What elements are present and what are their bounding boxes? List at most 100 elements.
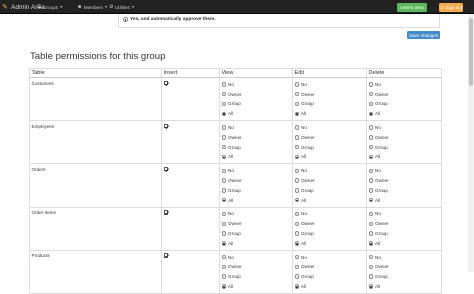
view-option[interactable]: Owner bbox=[221, 176, 291, 186]
edit-radio[interactable] bbox=[294, 125, 299, 130]
view-radio[interactable] bbox=[221, 254, 226, 260]
view-option[interactable]: All bbox=[221, 195, 291, 205]
delete-radio[interactable] bbox=[368, 188, 373, 193]
view-radio[interactable] bbox=[221, 91, 226, 97]
view-radio[interactable] bbox=[221, 274, 226, 279]
insert-checkbox[interactable] bbox=[163, 210, 168, 215]
view-option[interactable]: No bbox=[221, 166, 291, 176]
view-radio[interactable] bbox=[221, 221, 226, 226]
edit-option[interactable]: Owner bbox=[294, 89, 365, 99]
view-option[interactable]: Owner bbox=[221, 89, 291, 99]
view-radio[interactable] bbox=[221, 82, 226, 87]
view-option[interactable]: No bbox=[221, 123, 291, 133]
edit-radio[interactable] bbox=[294, 154, 299, 160]
edit-radio[interactable] bbox=[294, 284, 299, 289]
edit-radio[interactable] bbox=[294, 82, 299, 87]
delete-radio[interactable] bbox=[368, 168, 373, 174]
edit-radio[interactable] bbox=[294, 178, 299, 183]
view-option[interactable]: Owner bbox=[221, 262, 291, 272]
delete-radio[interactable] bbox=[368, 284, 373, 289]
delete-radio[interactable] bbox=[368, 101, 373, 107]
view-option[interactable]: No bbox=[221, 80, 291, 90]
delete-option[interactable]: Group bbox=[368, 229, 440, 239]
scrollbar-thumb[interactable] bbox=[469, 18, 473, 86]
view-radio[interactable] bbox=[221, 231, 226, 236]
view-radio[interactable] bbox=[221, 101, 226, 107]
edit-radio[interactable] bbox=[294, 274, 299, 279]
edit-radio[interactable] bbox=[294, 144, 299, 150]
edit-option[interactable]: All bbox=[294, 238, 365, 248]
delete-radio[interactable] bbox=[368, 154, 373, 160]
view-radio[interactable] bbox=[221, 241, 226, 246]
view-radio[interactable] bbox=[221, 125, 226, 130]
delete-option[interactable]: Group bbox=[368, 272, 440, 282]
insert-checkbox[interactable] bbox=[163, 253, 168, 258]
delete-radio[interactable] bbox=[368, 91, 373, 97]
edit-option[interactable]: All bbox=[294, 195, 365, 205]
edit-radio[interactable] bbox=[294, 101, 299, 107]
view-option[interactable]: No bbox=[221, 209, 291, 219]
edit-radio[interactable] bbox=[294, 197, 299, 203]
delete-option[interactable]: All bbox=[368, 109, 440, 119]
delete-option[interactable]: All bbox=[368, 238, 440, 248]
users-area-button[interactable]: User's area bbox=[397, 3, 427, 12]
view-option[interactable]: Owner bbox=[221, 219, 291, 229]
view-option[interactable]: Group bbox=[221, 272, 291, 282]
delete-option[interactable]: No bbox=[368, 166, 440, 176]
edit-radio[interactable] bbox=[294, 241, 299, 246]
edit-radio[interactable] bbox=[294, 231, 299, 236]
edit-option[interactable]: All bbox=[294, 152, 365, 162]
view-option[interactable]: No bbox=[221, 252, 291, 262]
view-option[interactable]: All bbox=[221, 109, 291, 119]
view-radio[interactable] bbox=[221, 211, 226, 217]
edit-radio[interactable] bbox=[294, 188, 299, 193]
delete-radio[interactable] bbox=[368, 211, 373, 217]
delete-option[interactable]: Group bbox=[368, 185, 440, 195]
view-radio[interactable] bbox=[221, 135, 226, 140]
insert-checkbox[interactable] bbox=[163, 123, 168, 129]
edit-option[interactable]: Owner bbox=[294, 219, 365, 229]
view-radio[interactable] bbox=[221, 188, 226, 193]
view-option[interactable]: Group bbox=[221, 229, 291, 239]
delete-radio[interactable] bbox=[368, 111, 373, 117]
edit-option[interactable]: All bbox=[294, 109, 365, 119]
delete-radio[interactable] bbox=[368, 241, 373, 246]
delete-radio[interactable] bbox=[368, 274, 373, 279]
view-option[interactable]: Owner bbox=[221, 132, 291, 142]
edit-radio[interactable] bbox=[294, 254, 299, 260]
view-option[interactable]: Group bbox=[221, 99, 291, 109]
delete-option[interactable]: Owner bbox=[368, 176, 440, 186]
view-radio[interactable] bbox=[221, 168, 226, 174]
edit-radio[interactable] bbox=[294, 264, 299, 270]
edit-option[interactable]: No bbox=[294, 252, 365, 262]
edit-option[interactable]: Group bbox=[294, 272, 365, 282]
delete-option[interactable]: Owner bbox=[368, 89, 440, 99]
delete-option[interactable]: No bbox=[368, 123, 440, 133]
delete-option[interactable]: Group bbox=[368, 142, 440, 152]
edit-option[interactable]: Group bbox=[294, 99, 365, 109]
delete-option[interactable]: Owner bbox=[368, 262, 440, 272]
edit-option[interactable]: No bbox=[294, 123, 365, 133]
edit-radio[interactable] bbox=[294, 168, 299, 174]
view-option[interactable]: Group bbox=[221, 142, 291, 152]
delete-radio[interactable] bbox=[368, 197, 373, 203]
delete-radio[interactable] bbox=[368, 178, 373, 183]
nav-menu-utilities[interactable]: ⚙ Utilities ▼ bbox=[109, 2, 135, 12]
delete-radio[interactable] bbox=[368, 144, 373, 150]
edit-option[interactable]: No bbox=[294, 80, 365, 90]
delete-option[interactable]: Owner bbox=[368, 132, 440, 142]
edit-option[interactable]: All bbox=[294, 282, 365, 292]
view-radio[interactable] bbox=[221, 178, 226, 183]
edit-option[interactable]: Owner bbox=[294, 262, 365, 272]
view-radio[interactable] bbox=[221, 264, 226, 270]
edit-radio[interactable] bbox=[294, 91, 299, 97]
nav-menu-groups[interactable]: ☰ Groups ▼ bbox=[37, 2, 63, 12]
sign-out-button[interactable]: ➲ Sign out bbox=[439, 3, 463, 12]
delete-radio[interactable] bbox=[368, 125, 373, 130]
edit-option[interactable]: Group bbox=[294, 185, 365, 195]
delete-radio[interactable] bbox=[368, 135, 373, 140]
view-radio[interactable] bbox=[221, 284, 226, 289]
view-option[interactable]: All bbox=[221, 152, 291, 162]
edit-option[interactable]: Group bbox=[294, 142, 365, 152]
edit-option[interactable]: Owner bbox=[294, 132, 365, 142]
